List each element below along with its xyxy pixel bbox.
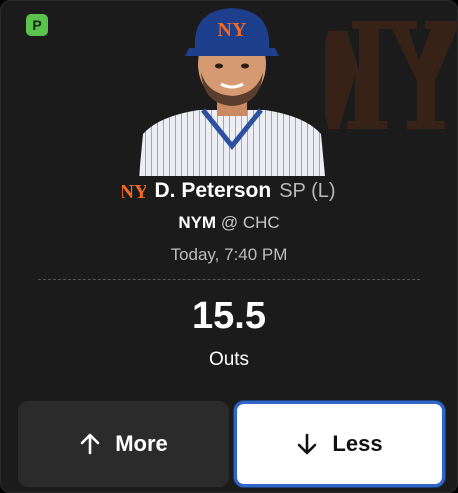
svg-text:NY: NY — [122, 181, 146, 203]
arrow-down-icon — [298, 433, 317, 455]
p-badge: P — [26, 14, 48, 36]
mets-logo-icon: NY — [122, 181, 146, 203]
less-button-label: Less — [332, 431, 383, 456]
player-prop-card: P NY NY D. Peterson SP ( — [0, 0, 458, 493]
opponent-abbrev: CHC — [242, 213, 280, 232]
team-abbrev: NYM — [178, 213, 217, 232]
divider — [38, 279, 420, 280]
player-position: SP (L) — [279, 179, 336, 202]
projection-stat: Outs — [208, 349, 250, 370]
p-badge-letter: P — [32, 17, 42, 33]
matchup-separator: @ — [220, 213, 239, 232]
player-name: D. Peterson — [154, 179, 272, 202]
player-name-row: NY D. Peterson SP (L) — [1, 177, 457, 205]
svg-text:NY: NY — [218, 19, 247, 41]
player-photo: NY — [139, 6, 325, 176]
more-button-label: More — [115, 431, 168, 456]
game-time: Today, 7:40 PM — [170, 245, 288, 264]
arrow-up-icon — [80, 433, 100, 455]
less-button[interactable]: Less — [234, 401, 445, 487]
more-button[interactable]: More — [18, 401, 229, 487]
projection-value: 15.5 — [192, 295, 266, 337]
matchup: NYM @ CHC — [1, 213, 457, 233]
